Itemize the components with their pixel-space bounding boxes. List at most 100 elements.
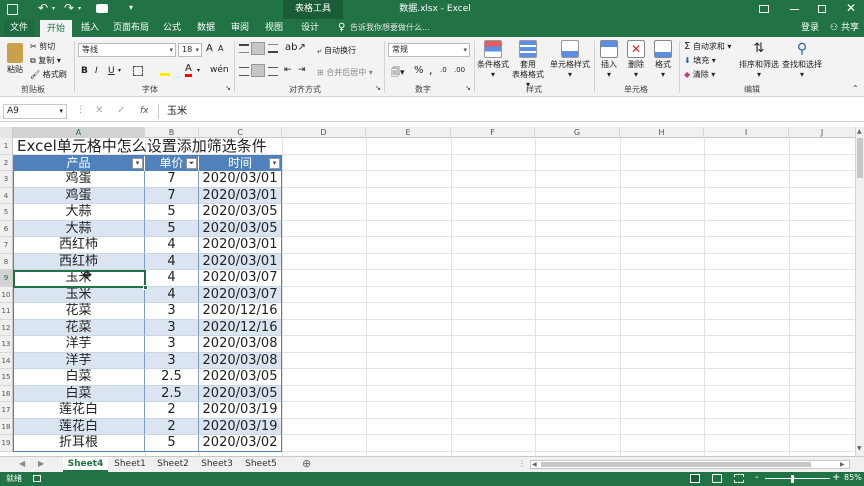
- scroll-left-icon[interactable]: ◀: [532, 461, 537, 468]
- increase-decimal-icon[interactable]: .0: [440, 66, 447, 74]
- zoom-slider[interactable]: [765, 478, 830, 479]
- row-header-9[interactable]: 9: [0, 270, 13, 287]
- redo-icon[interactable]: ↷: [64, 1, 74, 15]
- sheet-tab-sheet4[interactable]: Sheet4: [63, 457, 108, 472]
- table-cell[interactable]: 2020/03/01: [199, 237, 282, 254]
- filter-dropdown-button[interactable]: ▾: [269, 157, 280, 169]
- delete-cells-button[interactable]: ✕ 删除 ▾: [624, 40, 648, 80]
- table-cell[interactable]: 2020/03/05: [199, 369, 282, 386]
- merge-center-button[interactable]: ⊞ 合并后居中 ▾: [317, 67, 373, 78]
- column-header-f[interactable]: F: [451, 127, 535, 138]
- align-right-icon[interactable]: [268, 67, 278, 76]
- decrease-indent-icon[interactable]: ⇤: [284, 65, 292, 75]
- fill-button[interactable]: ⬇ 填充 ▾: [684, 55, 716, 66]
- decrease-font-icon[interactable]: A: [218, 44, 223, 53]
- sheet-title[interactable]: Excel单元格中怎么设置添加筛选条件: [17, 138, 337, 155]
- font-size-box[interactable]: 18 ▾: [178, 43, 202, 57]
- row-header-1[interactable]: 1: [0, 138, 13, 155]
- h-scroll-thumb[interactable]: [541, 462, 811, 467]
- tell-me-box[interactable]: 告诉我你想要做什么...: [350, 19, 430, 37]
- macro-record-icon[interactable]: [33, 475, 41, 482]
- save-icon[interactable]: [7, 4, 18, 15]
- name-box[interactable]: A9 ▾: [3, 104, 67, 119]
- sheet-tab-sheet3[interactable]: Sheet3: [197, 457, 237, 472]
- table-cell[interactable]: 2020/03/01: [199, 171, 282, 188]
- wrap-text-button[interactable]: ⤶ 自动换行: [317, 45, 356, 56]
- format-cells-button[interactable]: 格式 ▾: [651, 40, 675, 80]
- increase-font-icon[interactable]: A: [206, 43, 213, 54]
- table-cell[interactable]: 7: [145, 187, 199, 204]
- tab-file[interactable]: 文件: [4, 19, 34, 37]
- dialog-launcher-icon[interactable]: ↘: [465, 84, 471, 92]
- table-cell[interactable]: 洋芋: [13, 336, 145, 353]
- sheet-tab-sheet5[interactable]: Sheet5: [241, 457, 281, 472]
- font-name-box[interactable]: 等线 ▾: [78, 43, 176, 57]
- table-cell[interactable]: 2020/03/05: [199, 220, 282, 237]
- table-cell[interactable]: 2020/03/01: [199, 253, 282, 270]
- orientation-icon[interactable]: ab↗: [285, 42, 306, 53]
- table-cell[interactable]: 2020/03/19: [199, 418, 282, 435]
- page-layout-view-icon[interactable]: [712, 474, 722, 483]
- table-cell[interactable]: 2: [145, 402, 199, 419]
- sign-in-link[interactable]: 登录: [801, 19, 819, 37]
- increase-indent-icon[interactable]: ⇥: [298, 65, 306, 75]
- table-cell[interactable]: 2020/12/16: [199, 303, 282, 320]
- more-options-icon[interactable]: ⋮: [76, 105, 85, 115]
- minimize-icon[interactable]: [790, 9, 799, 10]
- ribbon-display-icon[interactable]: [759, 5, 769, 13]
- undo-icon[interactable]: ↶: [38, 1, 48, 15]
- table-cell[interactable]: 花菜: [13, 319, 145, 336]
- row-header-10[interactable]: 10: [0, 286, 13, 303]
- table-cell[interactable]: 白菜: [13, 369, 145, 386]
- percent-button[interactable]: %: [414, 65, 424, 76]
- align-bottom-icon[interactable]: [268, 44, 278, 53]
- add-sheet-icon[interactable]: ⊕: [302, 457, 311, 470]
- table-cell[interactable]: 2020/03/08: [199, 352, 282, 369]
- scroll-thumb[interactable]: [857, 138, 863, 178]
- horizontal-scrollbar[interactable]: ◀ ▶: [530, 460, 850, 469]
- dialog-launcher-icon[interactable]: ↘: [225, 84, 231, 92]
- paste-button[interactable]: 粘贴: [4, 41, 26, 75]
- row-header-11[interactable]: 11: [0, 303, 13, 320]
- table-cell[interactable]: 莲花白: [13, 418, 145, 435]
- row-header-13[interactable]: 13: [0, 336, 13, 353]
- vertical-scrollbar[interactable]: ▲ ▼: [855, 127, 864, 456]
- zoom-out-button[interactable]: -: [755, 472, 759, 483]
- share-button[interactable]: ⚇ 共享: [830, 19, 859, 37]
- table-cell[interactable]: 5: [145, 435, 199, 452]
- page-break-view-icon[interactable]: [734, 474, 744, 483]
- column-header-d[interactable]: D: [282, 127, 366, 138]
- table-cell[interactable]: 7: [145, 171, 199, 188]
- row-header-19[interactable]: 19: [0, 435, 13, 452]
- number-format-box[interactable]: 常规 ▾: [388, 43, 470, 57]
- table-cell[interactable]: 4: [145, 286, 199, 303]
- table-cell[interactable]: 2020/03/02: [199, 435, 282, 452]
- column-header-b[interactable]: B: [145, 127, 199, 138]
- qat-more-icon[interactable]: ▾: [129, 3, 133, 12]
- enter-icon[interactable]: ✓: [117, 105, 125, 116]
- collapse-ribbon-icon[interactable]: ⌃: [852, 84, 859, 93]
- table-cell[interactable]: 白菜: [13, 385, 145, 402]
- table-cell[interactable]: 花菜: [13, 303, 145, 320]
- row-header-16[interactable]: 16: [0, 385, 13, 402]
- table-cell[interactable]: 大蒜: [13, 204, 145, 221]
- tab-review[interactable]: 审阅: [226, 19, 254, 37]
- decrease-decimal-icon[interactable]: .00: [454, 66, 465, 74]
- row-header-6[interactable]: 6: [0, 220, 13, 237]
- bold-button[interactable]: B: [81, 66, 88, 76]
- conditional-format-button[interactable]: 条件格式 ▾: [476, 40, 510, 80]
- table-cell[interactable]: 2.5: [145, 385, 199, 402]
- select-all-corner[interactable]: [0, 127, 13, 138]
- cut-button[interactable]: ✂ 剪切: [30, 41, 55, 52]
- sheet-tab-sheet1[interactable]: Sheet1: [110, 457, 150, 472]
- table-cell[interactable]: 4: [145, 270, 199, 287]
- format-painter-button[interactable]: 🖌 格式刷: [30, 69, 67, 80]
- table-cell[interactable]: 3: [145, 303, 199, 320]
- fill-color-icon[interactable]: [160, 67, 170, 76]
- table-cell[interactable]: 2020/03/05: [199, 385, 282, 402]
- column-header-e[interactable]: E: [366, 127, 451, 138]
- table-cell[interactable]: 2020/03/07: [199, 286, 282, 303]
- scroll-right-icon[interactable]: ▶: [840, 461, 845, 468]
- find-select-button[interactable]: ⚲ 查找和选择 ▾: [781, 40, 823, 80]
- chevron-down-icon[interactable]: ▾: [118, 67, 121, 74]
